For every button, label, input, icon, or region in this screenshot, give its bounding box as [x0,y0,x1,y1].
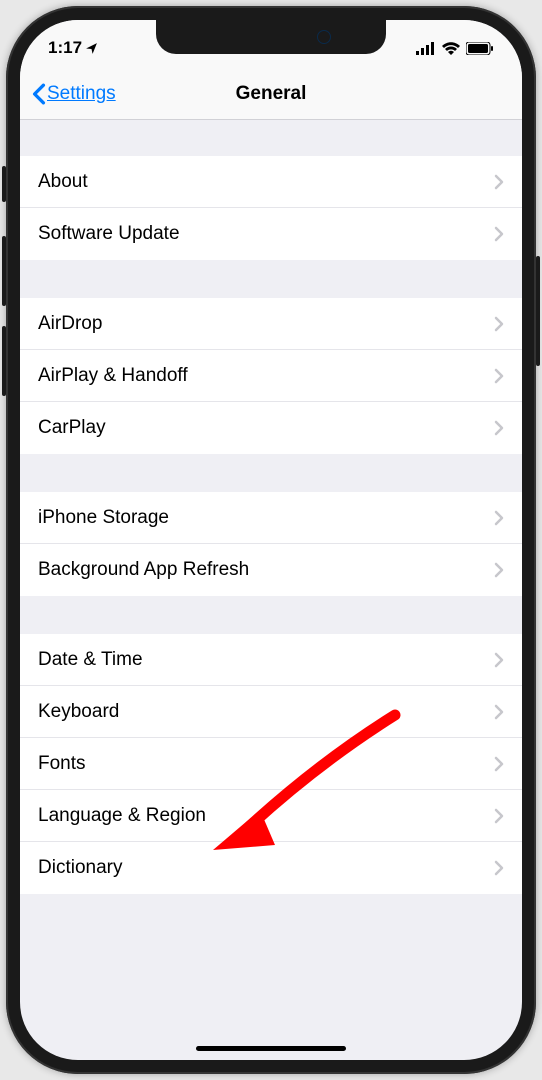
content[interactable]: About Software Update AirDrop AirPlay & Han… [20,120,522,1060]
home-indicator[interactable] [196,1046,346,1051]
cellular-icon [416,42,436,55]
location-icon [85,42,98,55]
row-label: Date & Time [38,649,143,671]
chevron-right-icon [494,420,504,436]
row-label: Dictionary [38,857,122,879]
chevron-right-icon [494,368,504,384]
settings-row-date-time[interactable]: Date & Time [20,634,522,686]
notch [156,20,386,54]
nav-bar: Settings General [20,68,522,120]
settings-row-iphone-storage[interactable]: iPhone Storage [20,492,522,544]
settings-row-keyboard[interactable]: Keyboard [20,686,522,738]
settings-group: About Software Update [20,156,522,260]
nav-title: General [236,83,307,105]
chevron-right-icon [494,756,504,772]
chevron-right-icon [494,808,504,824]
device-frame: 1:17 Settings General About Software Upda… [6,6,536,1074]
settings-row-software-update[interactable]: Software Update [20,208,522,260]
chevron-right-icon [494,316,504,332]
volume-down-button [2,326,6,396]
back-button[interactable]: Settings [32,83,116,105]
row-label: Fonts [38,753,86,775]
row-label: AirDrop [38,313,102,335]
silent-switch [2,166,6,202]
status-right [416,42,494,55]
chevron-right-icon [494,652,504,668]
settings-row-fonts[interactable]: Fonts [20,738,522,790]
chevron-right-icon [494,704,504,720]
screen: 1:17 Settings General About Software Upda… [20,20,522,1060]
row-label: Background App Refresh [38,559,249,581]
chevron-left-icon [32,83,46,105]
back-label: Settings [47,83,116,105]
status-time: 1:17 [48,38,82,58]
settings-row-airdrop[interactable]: AirDrop [20,298,522,350]
chevron-right-icon [494,562,504,578]
status-left: 1:17 [48,38,98,58]
row-label: AirPlay & Handoff [38,365,188,387]
row-label: Keyboard [38,701,119,723]
chevron-right-icon [494,510,504,526]
settings-row-carplay[interactable]: CarPlay [20,402,522,454]
row-label: About [38,171,88,193]
chevron-right-icon [494,174,504,190]
row-label: Language & Region [38,805,206,827]
side-button [536,256,540,366]
battery-icon [466,42,494,55]
settings-row-airplay-handoff[interactable]: AirPlay & Handoff [20,350,522,402]
settings-row-background-app-refresh[interactable]: Background App Refresh [20,544,522,596]
row-label: Software Update [38,223,180,245]
volume-up-button [2,236,6,306]
settings-group: AirDrop AirPlay & Handoff CarPlay [20,298,522,454]
chevron-right-icon [494,226,504,242]
row-label: CarPlay [38,417,106,439]
settings-group: iPhone Storage Background App Refresh [20,492,522,596]
wifi-icon [442,42,460,55]
row-label: iPhone Storage [38,507,169,529]
settings-group: Date & Time Keyboard Fonts Language & Regio… [20,634,522,894]
settings-row-language-region[interactable]: Language & Region [20,790,522,842]
settings-row-dictionary[interactable]: Dictionary [20,842,522,894]
chevron-right-icon [494,860,504,876]
settings-row-about[interactable]: About [20,156,522,208]
